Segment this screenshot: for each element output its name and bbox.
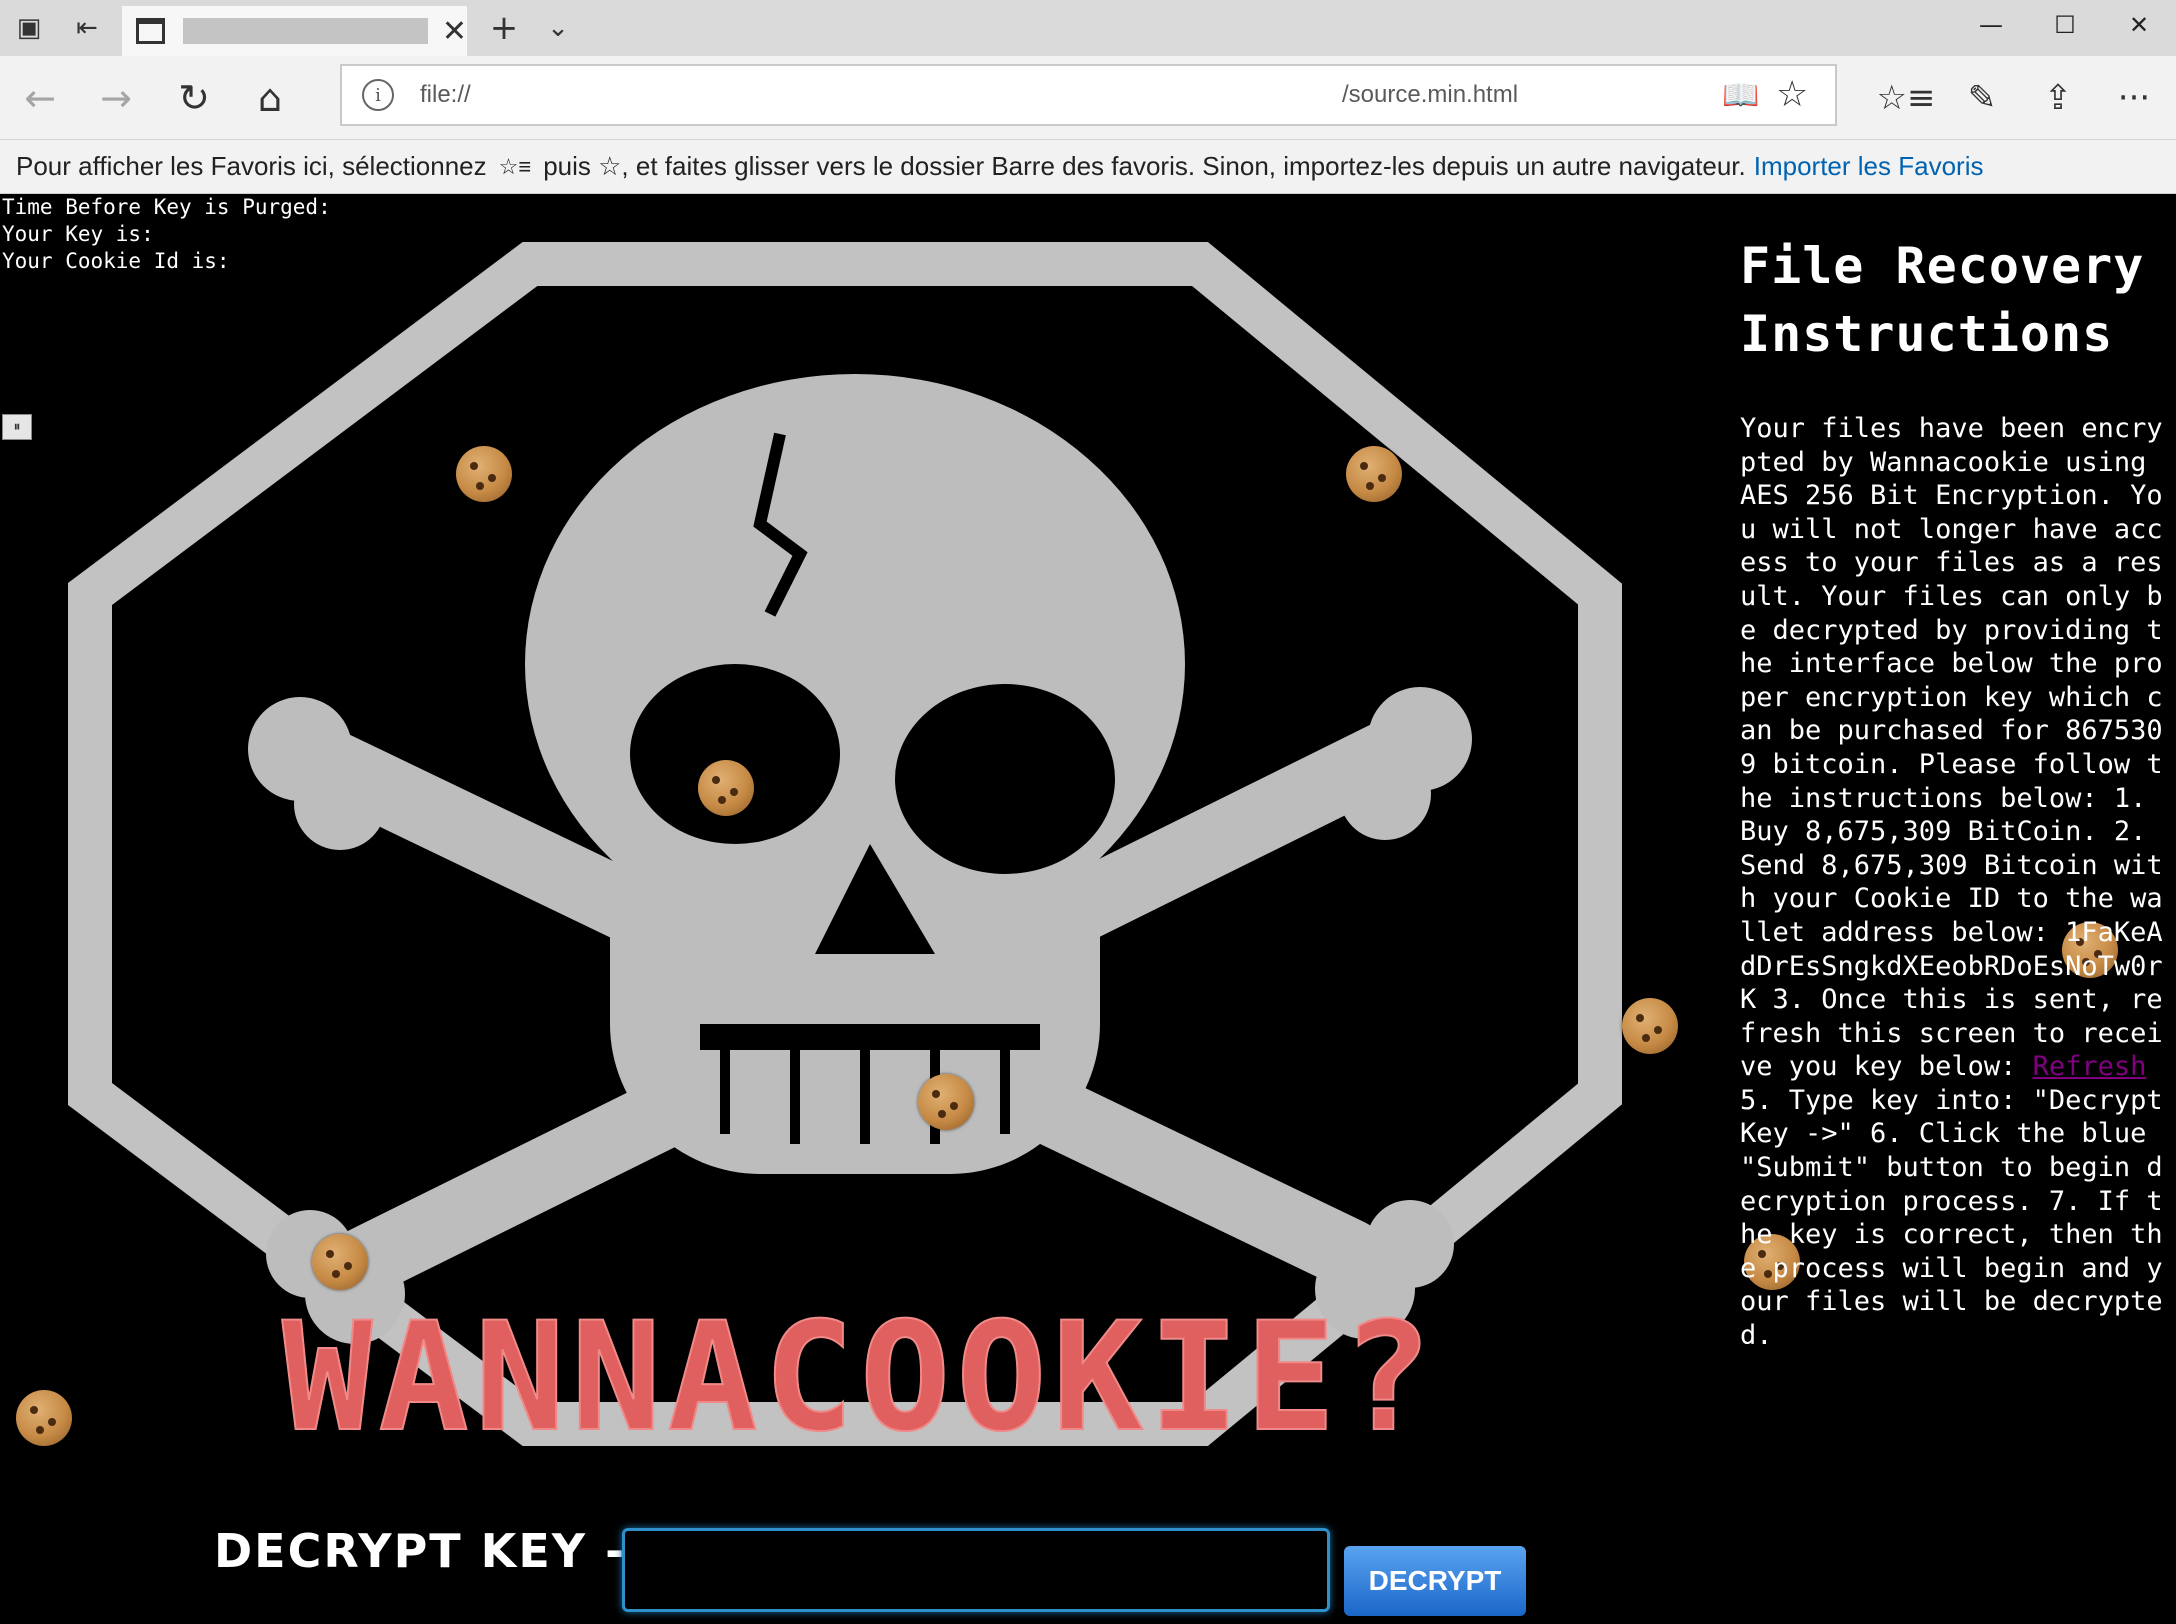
page-favicon-icon — [136, 18, 166, 44]
window-controls: — ☐ ✕ — [1954, 0, 2176, 50]
import-favorites-link[interactable]: Importer les Favoris — [1754, 151, 1984, 182]
favorites-hint-text: Pour afficher les Favoris ici, sélection… — [16, 151, 487, 181]
your-key-label: Your Key is: — [2, 222, 154, 246]
cookie-icon — [312, 1234, 368, 1290]
decrypt-button[interactable]: DECRYPT — [1344, 1546, 1526, 1616]
web-notes-pen-icon[interactable]: ✎ — [1954, 70, 2010, 126]
close-window-button[interactable]: ✕ — [2102, 0, 2176, 50]
instructions-body: Your files have been encrypted by Wannac… — [1740, 412, 2170, 1353]
url-scheme: file:// — [420, 81, 471, 108]
time-before-purge-label: Time Before Key is Purged: — [2, 195, 331, 219]
key-status-panel: Time Before Key is Purged: Your Key is: … — [2, 194, 331, 275]
address-bar[interactable]: i file:// /source.min.html 📖 ☆ — [340, 64, 1837, 126]
refresh-link[interactable]: Refresh — [2033, 1051, 2147, 1082]
favorites-hub-icon[interactable]: ☆≡ — [1877, 70, 1936, 126]
navigation-bar: ← → ↻ ⌂ i file:// /source.min.html 📖 ☆ ☆… — [0, 56, 2176, 140]
wannacookie-banner-text: WANNACOOKIE? — [282, 1291, 1438, 1465]
cookie-icon — [1622, 998, 1678, 1054]
active-tab[interactable]: ✕ — [122, 6, 467, 56]
url-path: /source.min.html — [1342, 81, 1519, 108]
instructions-text: Your files have been encrypted by Wannac… — [1740, 413, 2163, 1083]
decrypt-key-input[interactable] — [622, 1528, 1330, 1612]
share-icon[interactable]: ⇪ — [2030, 70, 2086, 126]
forward-button[interactable]: → — [88, 70, 144, 126]
site-info-icon[interactable]: i — [362, 79, 394, 111]
tab-close-icon[interactable]: ✕ — [442, 14, 467, 49]
refresh-button[interactable]: ↻ — [166, 70, 222, 126]
reading-view-icon[interactable]: 📖 — [1722, 78, 1759, 113]
tab-strip: ▣ ⇤ ✕ + ⌄ — ☐ ✕ — [0, 0, 2176, 56]
add-favorite-star-icon[interactable]: ☆ — [1776, 74, 1808, 115]
skull — [525, 374, 1185, 1174]
tab-list-chevron-icon[interactable]: ⌄ — [536, 6, 580, 50]
skull-crossbones-artwork: WANNACOOKIE? — [68, 242, 1622, 1466]
recovery-instructions-panel: File Recovery Instructions Your files ha… — [1740, 232, 2170, 1353]
back-button[interactable]: ← — [12, 70, 68, 126]
cookie-icon — [16, 1390, 72, 1446]
tab-preview-icon[interactable]: ▣ — [0, 0, 58, 56]
tab-title-redacted — [183, 18, 428, 44]
home-button[interactable]: ⌂ — [242, 70, 298, 126]
favorites-hint-text-2: puis ☆, et faites glisser vers le dossie… — [543, 151, 1746, 181]
cookie-id-label: Your Cookie Id is: — [2, 249, 230, 273]
cookie-icon — [456, 446, 512, 502]
set-aside-tabs-icon[interactable]: ⇤ — [58, 0, 116, 56]
cookie-icon — [698, 760, 754, 816]
more-menu-icon[interactable]: ··· — [2106, 70, 2162, 126]
minimize-button[interactable]: — — [1954, 0, 2028, 50]
maximize-button[interactable]: ☐ — [2028, 0, 2102, 50]
cookie-icon — [1346, 446, 1402, 502]
page-viewport: WANNACOOKIE? Time Before Key is Purged: … — [0, 194, 2176, 1624]
instructions-title: File Recovery Instructions — [1740, 237, 2145, 363]
new-tab-button[interactable]: + — [480, 6, 528, 50]
pause-music-button[interactable]: ⏸ — [2, 414, 32, 440]
favorites-bar: Pour afficher les Favoris ici, sélection… — [0, 140, 2176, 194]
favorites-hub-hint-icon: ☆≡ — [498, 153, 532, 179]
decrypt-key-label: DECRYPT KEY -> — [214, 1524, 667, 1578]
instructions-text-2: 5. Type key into: "Decrypt Key ->" 6. Cl… — [1740, 1084, 2163, 1352]
cookie-icon — [918, 1074, 974, 1130]
